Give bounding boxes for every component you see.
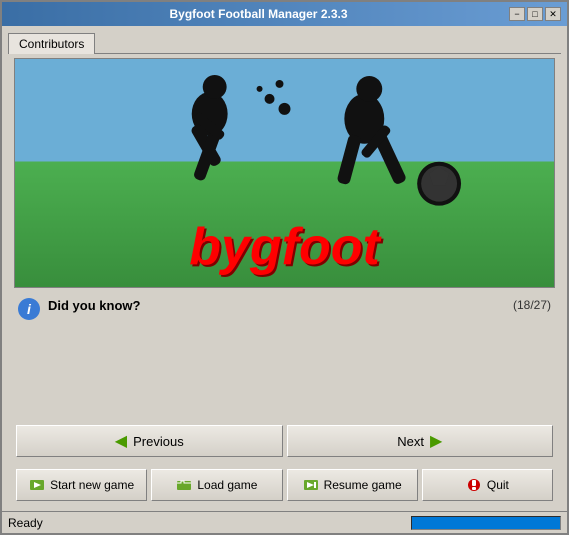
quit-label: Quit — [487, 478, 509, 492]
content-area: Contributors — [2, 26, 567, 511]
resume-game-button[interactable]: Resume game — [287, 469, 418, 501]
maximize-button[interactable]: □ — [527, 7, 543, 21]
next-button[interactable]: Next ▶ — [287, 425, 554, 457]
previous-button[interactable]: ◀ Previous — [16, 425, 283, 457]
start-new-game-icon — [29, 477, 45, 493]
load-game-button[interactable]: Load game — [151, 469, 282, 501]
minimize-button[interactable]: − — [509, 7, 525, 21]
tab-bar: Contributors — [8, 32, 561, 54]
did-you-know-label: Did you know? — [48, 298, 505, 313]
load-game-label: Load game — [197, 478, 257, 492]
start-new-game-label: Start new game — [50, 478, 134, 492]
previous-arrow-icon: ◀ — [115, 431, 127, 451]
quit-button[interactable]: Quit — [422, 469, 553, 501]
did-you-know-count: (18/27) — [513, 298, 551, 312]
tab-contributors[interactable]: Contributors — [8, 33, 95, 54]
next-arrow-icon: ▶ — [430, 431, 442, 451]
main-window: Bygfoot Football Manager 2.3.3 − □ ✕ Con… — [0, 0, 569, 535]
logo-background: bygfoot — [15, 59, 554, 287]
resume-game-icon — [303, 477, 319, 493]
logo-image-container: bygfoot — [14, 58, 555, 288]
tip-content-area — [8, 330, 561, 417]
info-icon: i — [18, 298, 40, 320]
window-title: Bygfoot Football Manager 2.3.3 — [8, 7, 509, 21]
nav-buttons-container: ◀ Previous Next ▶ — [8, 421, 561, 461]
title-bar: Bygfoot Football Manager 2.3.3 − □ ✕ — [2, 2, 567, 26]
load-game-icon — [176, 477, 192, 493]
status-bar: Ready — [2, 511, 567, 533]
window-controls: − □ ✕ — [509, 7, 561, 21]
did-you-know-section: i Did you know? (18/27) — [8, 292, 561, 326]
quit-icon — [466, 477, 482, 493]
action-buttons-container: Start new game Load game Resume game — [8, 465, 561, 505]
player-silhouette-icon — [15, 59, 554, 219]
bygfoot-logo-text: bygfoot — [189, 217, 380, 277]
status-text: Ready — [8, 516, 405, 530]
progress-bar — [411, 516, 561, 530]
resume-game-label: Resume game — [324, 478, 402, 492]
start-new-game-button[interactable]: Start new game — [16, 469, 147, 501]
previous-label: Previous — [133, 434, 184, 449]
next-label: Next — [397, 434, 424, 449]
close-button[interactable]: ✕ — [545, 7, 561, 21]
